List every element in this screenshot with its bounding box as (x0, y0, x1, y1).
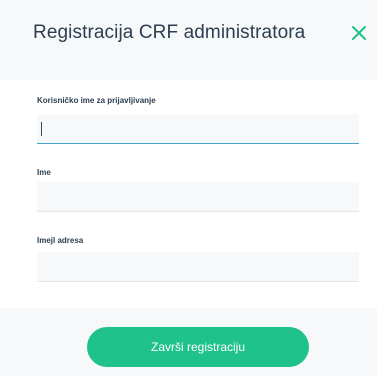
name-input[interactable] (37, 182, 359, 212)
name-label: Ime (37, 168, 51, 177)
username-label: Korisničko ime za prijavljivanje (37, 96, 156, 105)
text-caret (41, 122, 42, 136)
registration-modal: Registracija CRF administratora Korisnič… (0, 0, 377, 376)
modal-header: Registracija CRF administratora (0, 0, 377, 80)
complete-registration-button[interactable]: Završi registraciju (87, 327, 309, 367)
username-input[interactable] (37, 114, 359, 144)
email-input[interactable] (37, 252, 359, 282)
close-button[interactable] (350, 24, 368, 42)
modal-title: Registracija CRF administratora (33, 22, 306, 43)
close-icon (352, 26, 366, 40)
email-label: Imejl adresa (37, 236, 84, 245)
